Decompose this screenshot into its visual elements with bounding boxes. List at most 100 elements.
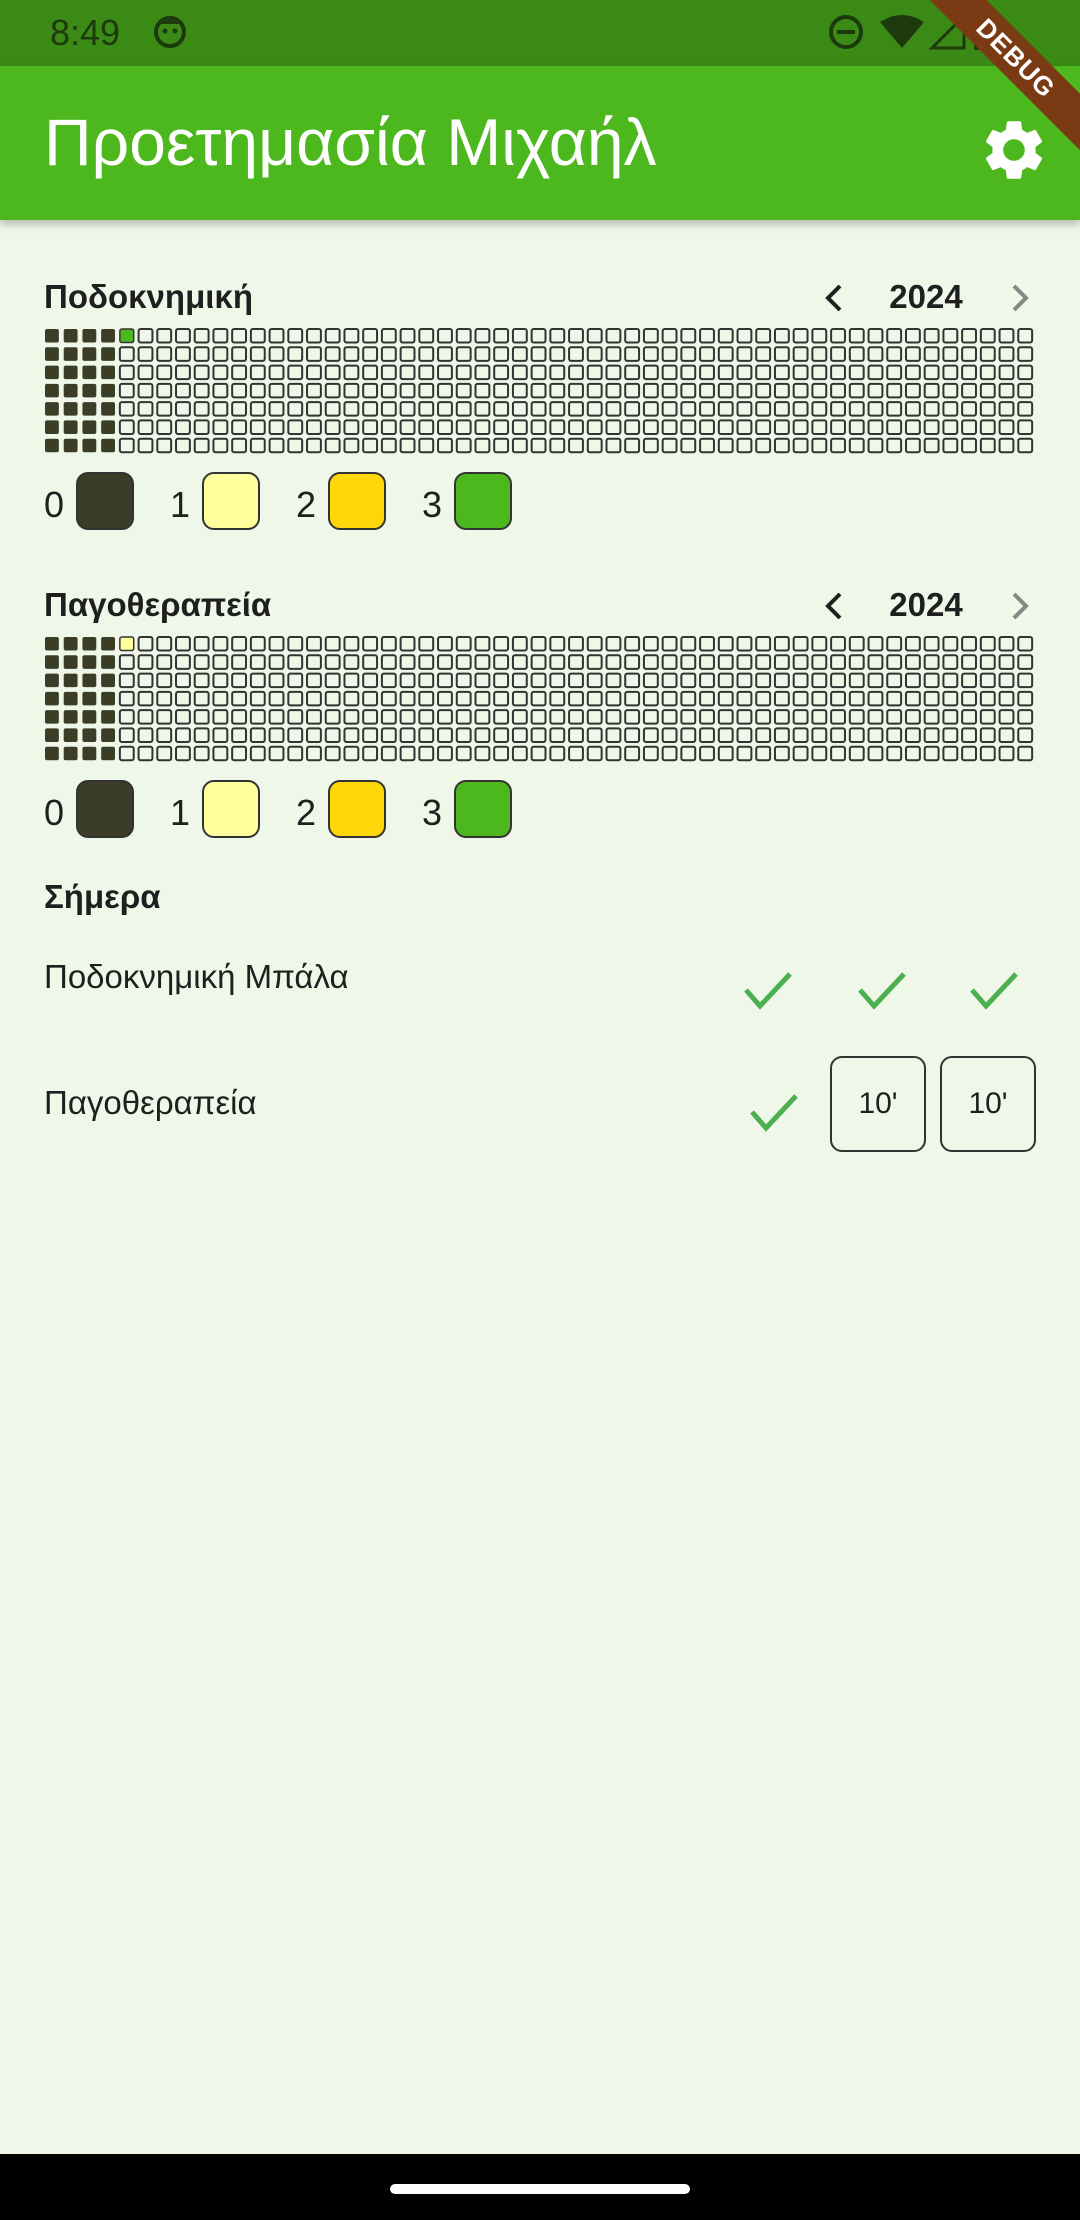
heatmap-cell: [231, 346, 248, 362]
heatmap-cell: [493, 672, 510, 689]
heatmap-cell: [399, 364, 416, 381]
heatmap-cell: [362, 672, 379, 689]
prev-year-button[interactable]: [816, 586, 852, 626]
heatmap-cell: [530, 328, 547, 344]
heatmap-cell: [586, 727, 603, 743]
heatmap-cell: [474, 690, 491, 707]
heatmap-cell: [45, 347, 59, 361]
heatmap-cell: [773, 672, 790, 689]
heatmap-cell: [886, 437, 903, 454]
heatmap-cell: [979, 709, 996, 725]
heatmap-cell: [699, 690, 715, 707]
heatmap-cell: [249, 690, 266, 707]
heatmap-cell: [231, 382, 248, 399]
heatmap-cell: [193, 745, 210, 762]
heatmap-cell: [399, 346, 416, 362]
heatmap-cell: [118, 654, 135, 670]
heatmap-cell: [343, 636, 360, 652]
heatmap-cell: [82, 402, 97, 416]
heatmap-cell: [680, 745, 697, 762]
heatmap-cell: [156, 636, 173, 652]
heatmap-cell: [979, 654, 996, 670]
heatmap-cell: [605, 709, 622, 725]
heatmap-cell: [343, 328, 360, 344]
heatmap-cell: [642, 636, 659, 652]
heatmap-cell: [998, 382, 1015, 399]
timer-button[interactable]: 10': [830, 1056, 926, 1152]
next-year-button[interactable]: [1002, 586, 1038, 626]
heatmap-cell: [63, 710, 78, 724]
heatmap-cell: [830, 636, 846, 652]
heatmap-cell: [923, 727, 940, 743]
heatmap-cell: [101, 746, 116, 761]
heatmap-cell: [343, 364, 360, 381]
heatmap-cell: [867, 401, 884, 417]
heatmap-cell: [455, 636, 472, 652]
heatmap-cell: [1017, 437, 1034, 454]
habit-check-button[interactable]: [966, 962, 1022, 1018]
heatmap-cell: [287, 437, 304, 454]
heatmap-cell: [848, 745, 865, 762]
heatmap-cell: [1017, 364, 1034, 381]
heatmap-cell: [45, 420, 59, 434]
debug-label: DEBUG: [917, 0, 1080, 157]
home-handle[interactable]: [390, 2184, 690, 2194]
check-icon: [750, 1094, 798, 1132]
heatmap-cell: [886, 672, 903, 689]
habit-check-button[interactable]: [740, 962, 796, 1018]
heatmap-cell: [137, 672, 154, 689]
heatmap-cell: [848, 346, 865, 362]
heatmap-cell: [642, 401, 659, 417]
heatmap-title: Παγοθεραπεία: [44, 586, 272, 623]
heatmap-cell: [811, 419, 828, 435]
legend-label: 0: [44, 484, 65, 525]
heatmap-cell: [549, 636, 566, 652]
heatmap-cell: [680, 654, 697, 670]
heatmap-cell: [175, 328, 191, 344]
heatmap-cell: [118, 690, 135, 707]
heatmap-cell: [362, 654, 379, 670]
heatmap-cell: [624, 382, 641, 399]
heatmap-cell: [979, 672, 996, 689]
heatmap-cell: [212, 690, 229, 707]
heatmap-cell: [736, 709, 753, 725]
next-year-button[interactable]: [1002, 278, 1038, 318]
heatmap-cell: [680, 382, 697, 399]
heatmap-cell: [437, 654, 453, 670]
habit-check-button[interactable]: [854, 962, 910, 1018]
heatmap-cell: [867, 346, 884, 362]
habit-check-button[interactable]: [746, 1084, 802, 1140]
heatmap-cell: [1017, 328, 1034, 344]
heatmap-cell: [324, 727, 341, 743]
heatmap-cell: [680, 328, 697, 344]
heatmap-cell: [380, 727, 397, 743]
heatmap-cell: [568, 654, 584, 670]
heatmap-cell: [474, 672, 491, 689]
heatmap-cell: [231, 745, 248, 762]
heatmap-cell: [175, 382, 191, 399]
heatmap-cell: [886, 328, 903, 344]
heatmap-cell: [437, 401, 453, 417]
heatmap-cell: [605, 401, 622, 417]
heatmap-cell: [212, 437, 229, 454]
heatmap-cell: [63, 347, 78, 361]
heatmap-cell: [998, 727, 1015, 743]
heatmap-cell: [362, 690, 379, 707]
heatmap-cell: [455, 419, 472, 435]
heatmap-cell: [904, 364, 921, 381]
heatmap-cell: [661, 636, 678, 652]
heatmap-cell: [979, 346, 996, 362]
heatmap-cell: [118, 401, 135, 417]
heatmap-cell: [63, 383, 78, 398]
heatmap-cell: [923, 672, 940, 689]
heatmap-cell: [848, 672, 865, 689]
heatmap-cell: [268, 709, 285, 725]
heatmap-cell: [418, 727, 435, 743]
heatmap-cell: [661, 672, 678, 689]
timer-button[interactable]: 10': [940, 1056, 1036, 1152]
prev-year-button[interactable]: [816, 278, 852, 318]
heatmap-cell: [661, 437, 678, 454]
heatmap-cell: [811, 709, 828, 725]
heatmap-cell: [493, 690, 510, 707]
heatmap-cell: [343, 672, 360, 689]
